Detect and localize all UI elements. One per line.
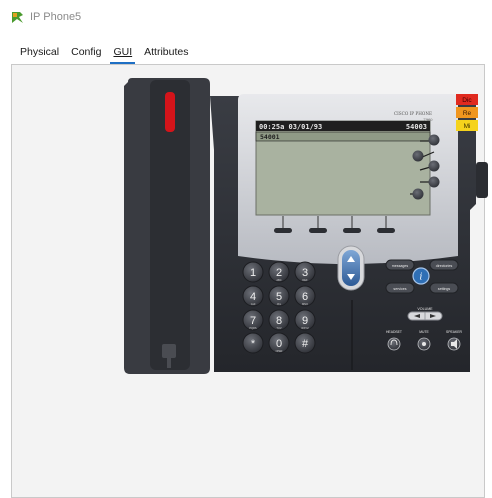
key-8-letters: TUV (276, 326, 281, 330)
settings-label: settings (438, 287, 451, 291)
softkey-1[interactable] (274, 228, 292, 233)
key-5[interactable]: 5 JKL (268, 285, 290, 307)
line-button-4[interactable] (428, 176, 440, 188)
key-9-letters: WXYZ (301, 326, 309, 330)
side-label-3: Mi (464, 123, 471, 130)
key-8[interactable]: 8 TUV (268, 309, 290, 331)
info-icon: i (420, 273, 423, 283)
mute-icon (422, 342, 426, 346)
line-button-5[interactable] (412, 188, 424, 200)
key-5-digit: 5 (276, 291, 282, 303)
services-label: services (393, 287, 406, 291)
key-7-letters: PQRS (249, 326, 257, 330)
side-labels: Dic Re Mi (456, 94, 478, 131)
window-title: IP Phone5 (30, 11, 82, 23)
key-5-letters: JKL (277, 302, 282, 306)
key-2-digit: 2 (276, 267, 282, 279)
key-8-digit: 8 (276, 315, 282, 327)
side-label-2: Re (463, 110, 472, 117)
key-1-digit: 1 (250, 267, 256, 279)
key-star[interactable]: * (242, 332, 264, 354)
key-1[interactable]: 1 (242, 261, 264, 283)
tab-physical[interactable]: Physical (14, 43, 65, 63)
speaker-label: SPEAKER (446, 330, 463, 334)
key-0-letters: OPER (276, 350, 283, 353)
tab-bar: Physical Config GUI Attributes (14, 43, 195, 64)
brand-label: CISCO IP PHONE (394, 111, 432, 116)
key-2[interactable]: 2 ABC (268, 261, 290, 283)
softkey-2[interactable] (309, 228, 327, 233)
lcd-datetime: 00:25a 03/01/93 (259, 123, 322, 131)
softkey-4[interactable] (377, 228, 395, 233)
key-2-letters: ABC (276, 278, 281, 282)
key-star-digit: * (251, 338, 256, 350)
directories-label: directories (436, 264, 453, 268)
navigation-rocker[interactable] (337, 245, 365, 291)
lcd-line1: 54001 (260, 133, 280, 141)
key-0[interactable]: 0 OPER (268, 332, 290, 354)
lcd-extension: 54003 (406, 123, 427, 131)
key-9[interactable]: 9 WXYZ (294, 309, 316, 331)
key-7-digit: 7 (250, 315, 256, 327)
key-4-letters: GHI (251, 302, 256, 306)
key-3[interactable]: 3 DEF (294, 261, 316, 283)
key-9-digit: 9 (302, 315, 308, 327)
softkey-3[interactable] (343, 228, 361, 233)
key-0-digit: 0 (276, 338, 282, 350)
key-3-letters: DEF (302, 278, 308, 282)
messages-label: messages (392, 264, 409, 268)
key-7[interactable]: 7 PQRS (242, 309, 264, 331)
title-bar: IP Phone5 (0, 0, 492, 34)
key-hash-digit: # (302, 338, 309, 350)
key-6-digit: 6 (302, 291, 308, 303)
phone-app-icon (12, 12, 23, 23)
key-6-letters: MNO (302, 302, 308, 306)
tab-attributes[interactable]: Attributes (138, 43, 194, 63)
line-button-1[interactable] (428, 134, 440, 146)
key-3-digit: 3 (302, 267, 308, 279)
lcd-screen: 00:25a 03/01/93 54003 54001 (255, 120, 431, 216)
speaker-icon (451, 342, 454, 346)
key-6[interactable]: 6 MNO (294, 285, 316, 307)
volume-label: VOLUME (417, 307, 433, 311)
tab-config[interactable]: Config (65, 43, 107, 63)
audio-keys: HEADSET MUTE SPEAKER (386, 330, 463, 351)
line-button-3[interactable] (428, 160, 440, 172)
message-waiting-led (165, 92, 175, 132)
line-button-2[interactable] (412, 150, 424, 162)
side-label-1: Dic (462, 97, 472, 104)
key-4[interactable]: 4 GHI (242, 285, 264, 307)
mute-label: MUTE (419, 330, 429, 334)
hook-switch[interactable] (162, 344, 176, 358)
tab-gui[interactable]: GUI (107, 43, 138, 64)
headset-label: HEADSET (386, 330, 402, 334)
key-4-digit: 4 (250, 291, 256, 303)
key-hash[interactable]: # (294, 332, 316, 354)
handset[interactable] (124, 78, 210, 374)
